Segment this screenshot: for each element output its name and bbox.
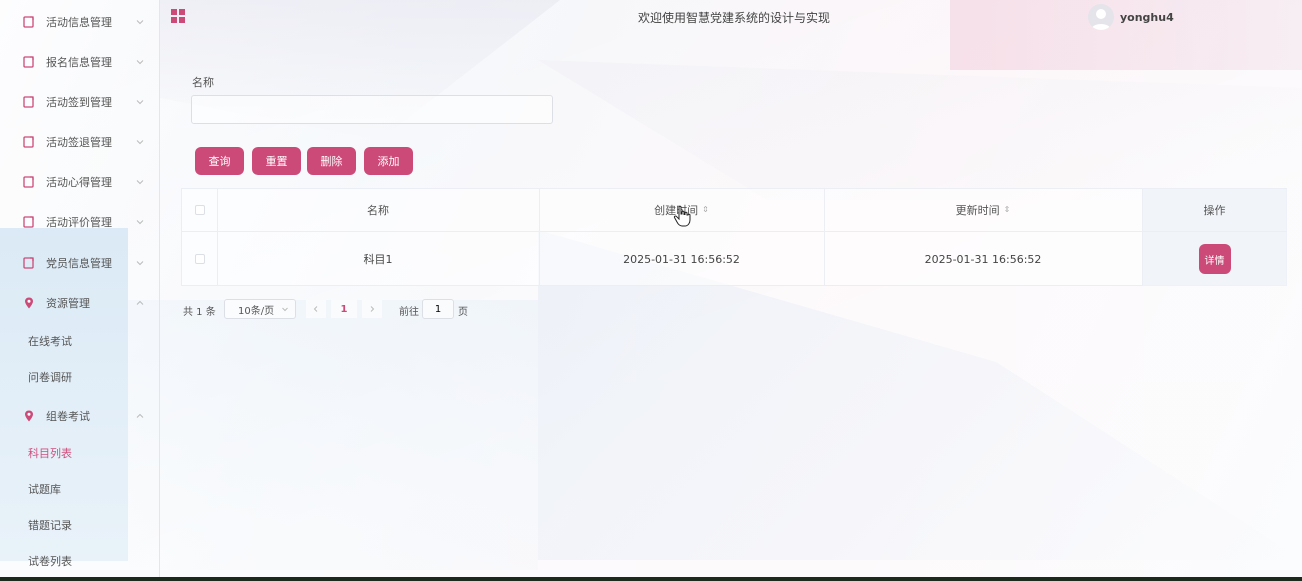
column-header-ops: 操作 <box>1142 189 1287 232</box>
select-all-checkbox[interactable] <box>194 205 205 215</box>
sort-icon[interactable]: ⇕ <box>1004 206 1011 214</box>
doc-icon <box>23 56 34 68</box>
bottom-bar <box>0 577 1302 581</box>
sidebar-item-label: 活动签退管理 <box>46 136 112 149</box>
row-select-cell <box>182 232 217 286</box>
reset-button[interactable]: 重置 <box>252 147 301 175</box>
sidebar-item-label: 资源管理 <box>46 297 90 310</box>
sidebar-subitem-label: 在线考试 <box>28 335 72 348</box>
table-cell-name: 科目1 <box>363 253 393 266</box>
header-label: 名称 <box>367 204 389 217</box>
table-cell-updated: 2025-01-31 16:56:52 <box>924 252 1042 266</box>
username[interactable]: yonghu4 <box>1120 11 1174 24</box>
map-pin-icon <box>25 410 33 422</box>
sidebar-subitem-label: 试卷列表 <box>28 555 72 568</box>
page-size-value: 10条/页 <box>238 305 275 317</box>
data-table: 名称 创建时间 ⇕ 更新时间 ⇕ 操作 科目1 2025-01-31 16:56… <box>181 188 1287 286</box>
sidebar-subitem-label: 试题库 <box>28 483 61 496</box>
chevron-down-icon <box>136 261 144 266</box>
chevron-up-icon <box>136 413 144 418</box>
sidebar-item-checkout[interactable]: 活动签退管理 <box>0 122 160 162</box>
header-label: 操作 <box>1203 204 1226 217</box>
sidebar-item-label: 党员信息管理 <box>46 257 112 270</box>
user-icon <box>1091 9 1111 30</box>
select-all-cell <box>182 189 217 232</box>
background-shape <box>538 60 1302 200</box>
chevron-down-icon <box>136 220 144 225</box>
sidebar-item-resources[interactable]: 资源管理 <box>0 283 160 323</box>
goto-suffix: 页 <box>458 307 468 318</box>
sidebar-item-evaluation[interactable]: 活动评价管理 <box>0 202 160 242</box>
chevron-right-icon <box>370 306 375 312</box>
sidebar-subitem-subject-list[interactable]: 科目列表 <box>0 435 160 471</box>
sidebar-subitem-label: 错题记录 <box>28 519 72 532</box>
map-pin-icon <box>25 297 33 309</box>
chevron-up-icon <box>136 300 144 305</box>
query-button[interactable]: 查询 <box>195 147 244 175</box>
goto-page-input[interactable] <box>422 299 454 319</box>
doc-icon <box>23 136 34 148</box>
sidebar-item-experience[interactable]: 活动心得管理 <box>0 162 160 202</box>
search-input[interactable] <box>191 95 553 124</box>
sidebar-item-label: 组卷考试 <box>46 410 90 423</box>
chevron-down-icon <box>282 307 288 312</box>
doc-icon <box>23 257 34 269</box>
sidebar-item-label: 活动信息管理 <box>46 16 112 29</box>
table-cell-ops: 详情 <box>1142 232 1287 286</box>
sidebar-item-checkin[interactable]: 活动签到管理 <box>0 82 160 122</box>
doc-icon <box>23 96 34 108</box>
sidebar-item-label: 活动评价管理 <box>46 216 112 229</box>
sidebar-subitem-label: 科目列表 <box>28 447 72 460</box>
background-shape <box>128 300 538 570</box>
page-title: 欢迎使用智慧党建系统的设计与实现 <box>637 11 830 25</box>
pagination-total: 共 1 条 <box>183 307 216 318</box>
sidebar-item-label: 活动心得管理 <box>46 176 112 189</box>
sidebar-item-exam[interactable]: 组卷考试 <box>0 396 160 436</box>
chevron-down-icon <box>136 140 144 145</box>
prev-page-button[interactable] <box>306 300 326 318</box>
doc-icon <box>23 216 34 228</box>
doc-icon <box>23 176 34 188</box>
chevron-down-icon <box>136 100 144 105</box>
sidebar-item-activity-info[interactable]: 活动信息管理 <box>0 2 160 42</box>
sidebar-subitem-question-bank[interactable]: 试题库 <box>0 471 160 507</box>
page-size-select[interactable]: 10条/页 <box>224 299 296 319</box>
header-label: 更新时间 <box>955 204 1000 217</box>
grid-menu-icon[interactable] <box>170 8 186 24</box>
delete-button[interactable]: 删除 <box>307 147 356 175</box>
sidebar-item-label: 报名信息管理 <box>46 56 112 69</box>
chevron-down-icon <box>136 180 144 185</box>
hand-cursor-icon <box>673 205 691 227</box>
table-cell-created: 2025-01-31 16:56:52 <box>623 252 740 266</box>
sidebar-item-label: 活动签到管理 <box>46 96 112 109</box>
goto-label: 前往 <box>399 307 419 318</box>
sidebar-subitem-wrong-records[interactable]: 错题记录 <box>0 507 160 543</box>
sidebar-subitem-survey[interactable]: 问卷调研 <box>0 359 160 395</box>
row-checkbox[interactable] <box>194 254 205 264</box>
doc-icon <box>23 16 34 28</box>
column-header-updated[interactable]: 更新时间 ⇕ <box>824 189 1142 232</box>
column-header-name: 名称 <box>217 189 539 232</box>
sidebar: 活动信息管理 报名信息管理 活动签到管理 活动签退管理 活动心得管理 活动评价管… <box>0 0 160 577</box>
detail-button[interactable]: 详情 <box>1198 244 1231 274</box>
chevron-left-icon <box>313 306 318 312</box>
add-button[interactable]: 添加 <box>364 147 413 175</box>
chevron-down-icon <box>136 20 144 25</box>
next-page-button[interactable] <box>362 300 382 318</box>
page-number[interactable]: 1 <box>331 300 357 318</box>
avatar[interactable] <box>1088 4 1114 30</box>
sidebar-subitem-label: 问卷调研 <box>28 371 72 384</box>
sidebar-subitem-online-exam[interactable]: 在线考试 <box>0 323 160 359</box>
search-label: 名称 <box>192 76 214 89</box>
sidebar-item-signup-info[interactable]: 报名信息管理 <box>0 42 160 82</box>
sort-icon[interactable]: ⇕ <box>702 206 709 214</box>
sidebar-item-member-info[interactable]: 党员信息管理 <box>0 243 160 283</box>
chevron-down-icon <box>136 60 144 65</box>
sidebar-subitem-paper-list[interactable]: 试卷列表 <box>0 543 160 579</box>
